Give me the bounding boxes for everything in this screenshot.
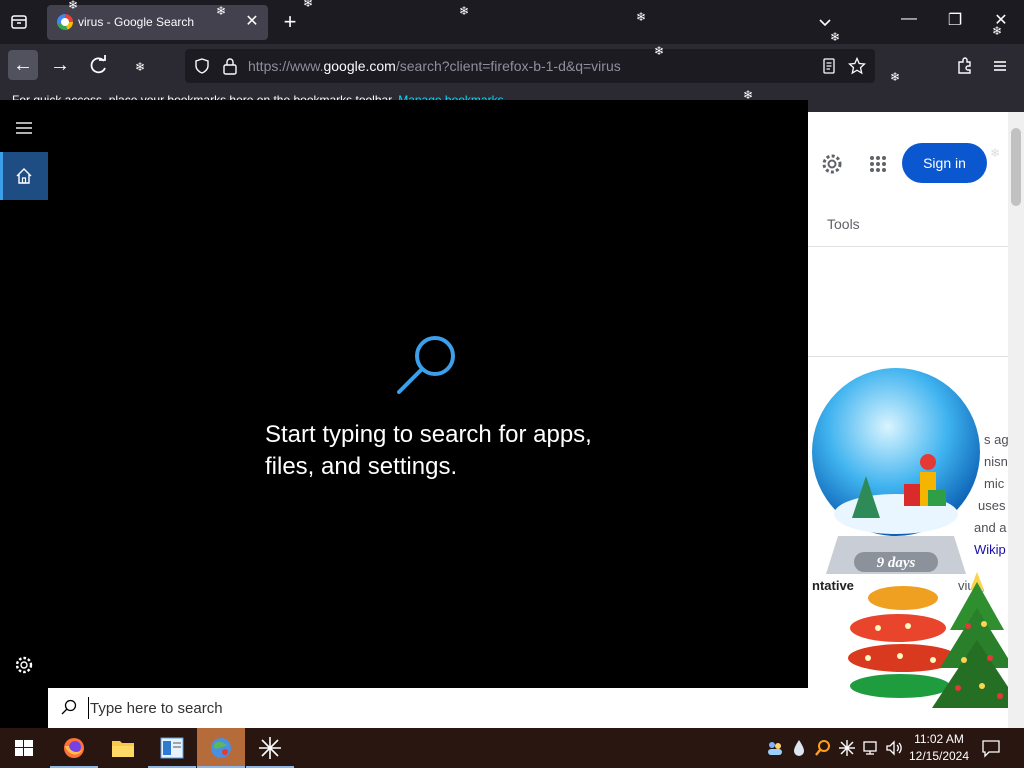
clock-date[interactable]: 12/15/2024 <box>908 749 970 763</box>
snow-globe-decoration: 9 days <box>812 368 980 574</box>
taskbar-sticky-notes[interactable] <box>148 728 196 768</box>
firefox-view-icon <box>11 15 27 29</box>
reload-button[interactable] <box>84 50 114 80</box>
magnifying-glass-icon <box>397 336 455 394</box>
firefox-icon <box>64 738 84 758</box>
page-scrollbar[interactable] <box>1008 112 1024 728</box>
snowflake-decoration: ❄ <box>830 30 841 44</box>
snowflake-decoration: ❄ <box>459 4 470 18</box>
tab-strip: virus - Google Search ✕ + — ❐ ✕ <box>0 0 1024 44</box>
taskbar-search-box[interactable] <box>48 688 808 728</box>
back-button[interactable]: ← <box>8 50 38 80</box>
volume-icon[interactable] <box>885 739 903 757</box>
reload-icon <box>90 55 106 74</box>
search-side-rail <box>0 100 48 728</box>
search-results-pane: Start typing to search for apps, files, … <box>48 100 808 688</box>
divider <box>808 356 1024 357</box>
list-all-tabs-button[interactable] <box>815 12 835 32</box>
home-nav-item[interactable] <box>0 152 48 200</box>
taskbar-sparkle-app[interactable] <box>246 728 294 768</box>
url-host: google.com <box>323 58 396 74</box>
taskbar: 11:02 AM 12/15/2024 <box>0 728 1024 768</box>
droplet-tray-icon[interactable] <box>792 739 806 757</box>
sign-in-button[interactable]: Sign in <box>902 143 987 183</box>
tab-close-button[interactable]: ✕ <box>242 12 262 32</box>
notes-window-icon <box>160 737 184 759</box>
globe-app-icon <box>211 738 231 758</box>
bookmark-star-icon[interactable] <box>848 57 866 75</box>
settings-gear-icon[interactable] <box>14 655 34 675</box>
firefox-view-button[interactable] <box>9 12 29 32</box>
url-path: /search?client=firefox-b-1-d&q=virus <box>395 58 621 74</box>
taskbar-firefox[interactable] <box>50 728 98 768</box>
google-apps-grid-icon[interactable] <box>868 154 888 174</box>
search-hint-text: Start typing to search for apps, files, … <box>265 421 592 480</box>
tools-tab[interactable]: Tools <box>827 216 860 232</box>
google-results-page: Sign in Tools s ag nisn mic uses and a n… <box>808 112 1024 728</box>
home-icon <box>16 168 32 184</box>
snowflake-decoration: ❄ <box>636 10 647 24</box>
scrollbar-thumb[interactable] <box>1011 128 1021 206</box>
settings-gear-icon[interactable] <box>820 152 844 176</box>
taskbar-file-explorer[interactable] <box>99 728 147 768</box>
snowflake-decoration: ❄ <box>890 70 901 84</box>
navigation-toolbar: ← → https://www.google.com/search?client… <box>0 44 1024 88</box>
sparkle-tray-icon[interactable] <box>838 739 856 757</box>
notifications-icon[interactable] <box>981 738 1001 758</box>
forward-button[interactable]: → <box>45 50 75 80</box>
tab-google-search[interactable]: virus - Google Search ✕ <box>47 5 268 40</box>
search-input[interactable] <box>88 697 788 719</box>
days-countdown-label: 9 days <box>877 555 916 571</box>
sparkle-icon <box>259 737 281 759</box>
new-tab-button[interactable]: + <box>278 10 302 34</box>
google-favicon-icon <box>57 14 73 30</box>
windows-logo-icon <box>15 740 33 756</box>
url-bar[interactable]: https://www.google.com/search?client=fir… <box>185 49 875 83</box>
snowflake-decoration: ❄ <box>992 24 1003 38</box>
restore-button[interactable]: ❐ <box>943 10 967 30</box>
reader-view-icon[interactable] <box>821 58 837 74</box>
snowflake-decoration: ❄ <box>216 4 227 18</box>
search-tray-icon[interactable] <box>814 739 832 757</box>
url-text[interactable]: https://www.google.com/search?client=fir… <box>248 58 621 74</box>
folder-icon <box>112 741 134 757</box>
clock-time[interactable]: 11:02 AM <box>908 732 970 746</box>
lock-icon[interactable] <box>222 57 238 75</box>
snowflake-decoration: ❄ <box>135 60 146 74</box>
snowflake-decoration: ❄ <box>303 0 314 10</box>
extensions-puzzle-icon[interactable] <box>955 56 975 76</box>
snowflake-decoration: ❄ <box>990 146 1001 160</box>
tab-title: virus - Google Search <box>78 15 195 29</box>
minimize-button[interactable]: — <box>897 10 921 28</box>
snowflake-decoration: ❄ <box>68 0 79 12</box>
app-menu-hamburger-icon[interactable] <box>990 56 1010 76</box>
network-icon[interactable] <box>862 739 880 757</box>
tracking-protection-shield-icon[interactable] <box>194 58 210 74</box>
snowflake-decoration: ❄ <box>654 44 665 58</box>
chevron-down-icon <box>819 19 831 27</box>
search-icon <box>61 699 77 715</box>
snowflake-decoration: ❄ <box>743 88 754 102</box>
start-button[interactable] <box>0 728 48 768</box>
hamburger-menu-icon[interactable] <box>14 120 34 136</box>
url-prefix: https://www. <box>248 58 324 74</box>
divider <box>808 246 1024 247</box>
people-tray-icon[interactable] <box>766 739 784 757</box>
taskbar-christmas-app[interactable] <box>197 728 245 768</box>
